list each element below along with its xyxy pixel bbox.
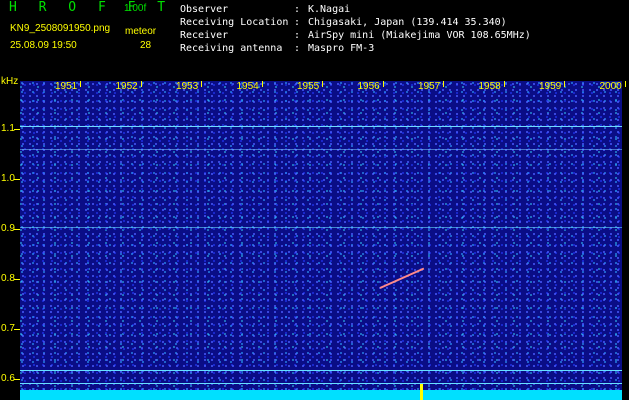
- x-tick-label: 1952: [115, 81, 138, 92]
- y-tick-mark: [14, 179, 20, 180]
- x-tick-mark: [624, 81, 626, 87]
- x-tick-mark: [140, 81, 142, 87]
- x-tick-label: 1958: [478, 81, 501, 92]
- x-tick-label: 1957: [418, 81, 441, 92]
- app-title: H R O F F T: [9, 0, 173, 15]
- y-axis-unit: kHz: [1, 76, 19, 87]
- x-tick-label: 2000: [599, 81, 622, 92]
- info-separator: :: [294, 30, 301, 41]
- x-tick-mark: [322, 81, 323, 87]
- info-row-location: Receiving Location : Chigasaki, Japan (1…: [180, 16, 531, 29]
- signal-line: [20, 126, 622, 127]
- y-tick-label: 0.8: [1, 273, 15, 284]
- signal-line: [20, 149, 622, 150]
- meteor-count: 28: [140, 40, 152, 51]
- x-tick-mark: [443, 81, 444, 87]
- x-tick-mark: [261, 81, 263, 87]
- x-tick-label: 1956: [357, 81, 380, 92]
- info-separator: :: [294, 4, 301, 15]
- info-separator: :: [294, 17, 301, 28]
- info-key: Receiving Location: [180, 17, 289, 28]
- info-value: K.Nagai: [308, 4, 351, 15]
- y-tick-label: 1.0: [1, 173, 15, 184]
- signal-line: [20, 383, 622, 384]
- x-tick-label: 1954: [236, 81, 259, 92]
- info-value: Maspro FM-3: [308, 43, 375, 54]
- datetime-label: 25.08.09 19:50: [10, 40, 77, 51]
- y-tick-mark: [14, 329, 20, 330]
- info-key: Receiving antenna: [180, 43, 283, 54]
- signal-spike: [420, 384, 423, 400]
- y-tick-label: 0.7: [1, 323, 15, 334]
- info-separator: :: [294, 43, 301, 54]
- y-tick-mark: [14, 279, 20, 280]
- version-label: 1.00f: [124, 3, 147, 14]
- info-key: Observer: [180, 4, 229, 15]
- x-tick-label: 1953: [176, 81, 199, 92]
- spectrogram-plot: [20, 81, 622, 400]
- x-tick-mark: [80, 81, 81, 87]
- info-row-observer: Observer : K.Nagai: [180, 3, 531, 16]
- x-tick-label: 1951: [55, 81, 78, 92]
- baseline-band: [20, 390, 622, 400]
- filename-label: KN9_2508091950.png: [10, 23, 111, 34]
- y-tick-label: 0.6: [1, 373, 15, 384]
- info-key: Receiver: [180, 30, 229, 41]
- info-value: AirSpy mini (Miakejima VOR 108.65MHz): [308, 30, 531, 41]
- info-value: Chigasaki, Japan (139.414 35.340): [308, 17, 507, 28]
- meteor-label: meteor: [125, 26, 157, 37]
- x-tick-mark: [564, 81, 565, 87]
- y-tick-mark: [14, 229, 20, 230]
- info-row-antenna: Receiving antenna : Maspro FM-3: [180, 42, 531, 55]
- x-tick-label: 1955: [297, 81, 320, 92]
- x-tick-mark: [382, 81, 384, 87]
- x-tick-label: 1959: [539, 81, 562, 92]
- x-tick-mark: [503, 81, 505, 87]
- y-tick-label: 0.9: [1, 223, 15, 234]
- noise-field: [20, 81, 622, 400]
- y-tick-label: 1.1: [1, 123, 15, 134]
- header-panel: H R O F F T 1.00f KN9_2508091950.png 25.…: [0, 0, 629, 74]
- signal-line: [20, 227, 622, 228]
- station-info: Observer : K.Nagai Receiving Location : …: [180, 3, 531, 55]
- info-row-receiver: Receiver : AirSpy mini (Miakejima VOR 10…: [180, 29, 531, 42]
- signal-line: [20, 370, 622, 371]
- y-tick-mark: [14, 379, 20, 380]
- x-tick-mark: [201, 81, 202, 87]
- y-tick-mark: [14, 129, 20, 130]
